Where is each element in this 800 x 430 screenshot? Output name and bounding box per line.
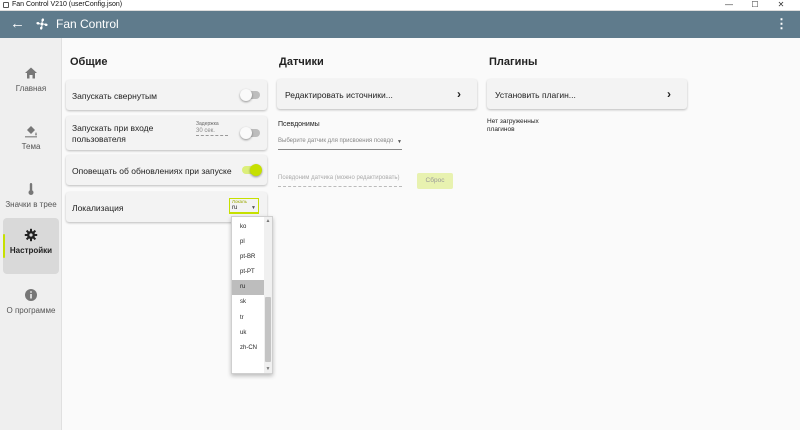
chevron-down-icon: ▼ bbox=[397, 139, 402, 145]
locale-option-tr[interactable]: tr bbox=[232, 311, 264, 326]
close-window-button[interactable]: ✕ bbox=[770, 0, 792, 10]
start-with-login-toggle[interactable] bbox=[240, 127, 260, 139]
delay-label: Задержка bbox=[196, 121, 219, 127]
gear-icon bbox=[24, 228, 38, 242]
aliases-label: Псевдонимы bbox=[278, 121, 320, 128]
edit-sources-label: Редактировать источники... bbox=[285, 90, 393, 100]
install-plugin-label: Установить плагин... bbox=[495, 90, 576, 100]
locale-option-pl[interactable]: pl bbox=[232, 235, 264, 250]
chevron-down-icon: ▼ bbox=[251, 205, 256, 211]
locale-select-label: Локаль bbox=[232, 199, 247, 204]
sensors-section-title: Датчики bbox=[279, 56, 324, 68]
sidebar-item-label: Тема bbox=[21, 142, 41, 151]
home-icon bbox=[25, 67, 37, 79]
sidebar-item-about[interactable]: О программе bbox=[3, 278, 59, 334]
more-menu-icon[interactable]: ⋮ bbox=[775, 16, 788, 32]
app-bar: ← Fan Control ⋮ bbox=[0, 11, 800, 38]
thermometer-icon bbox=[28, 183, 34, 195]
sidebar-item-theme[interactable]: Тема bbox=[3, 114, 59, 170]
info-icon bbox=[25, 289, 37, 301]
paint-bucket-icon bbox=[25, 126, 37, 138]
update-notify-card: Оповещать об обновлениях при запуске bbox=[66, 155, 267, 185]
sidebar-item-label: Главная bbox=[15, 84, 47, 93]
locale-option-uk[interactable]: uk bbox=[232, 326, 264, 341]
fan-icon bbox=[36, 18, 48, 30]
start-minimized-toggle[interactable] bbox=[240, 89, 260, 101]
general-section-title: Общие bbox=[70, 56, 108, 68]
locale-option-ru[interactable]: ru bbox=[232, 280, 264, 295]
chevron-right-icon: › bbox=[457, 87, 461, 101]
update-notify-toggle[interactable] bbox=[242, 164, 262, 176]
no-plugins-text: Нет загруженных плагинов bbox=[487, 118, 539, 133]
scrollbar-thumb[interactable] bbox=[265, 297, 271, 362]
plugins-section-title: Плагины bbox=[489, 56, 538, 68]
sidebar-item-label: Настройки bbox=[9, 246, 53, 255]
sensor-select[interactable]: Выберите датчик для присвоения псевдо ▼ bbox=[278, 138, 402, 150]
locale-option-pt-br[interactable]: pt-BR bbox=[232, 250, 264, 265]
locale-option-sk[interactable]: sk bbox=[232, 295, 264, 310]
window-title: Fan Control V210 (userConfig.json) bbox=[12, 1, 123, 8]
start-minimized-card: Запускать свернутым bbox=[66, 80, 267, 110]
locale-dropdown-list: ko pl pt-BR pt-PT ru sk tr uk zh-CN ▲ ▼ bbox=[231, 216, 273, 374]
app-title: Fan Control bbox=[56, 17, 119, 31]
dropdown-scrollbar[interactable]: ▲ ▼ bbox=[264, 217, 272, 373]
edit-sources-card[interactable]: Редактировать источники... › bbox=[277, 79, 477, 109]
locale-option-pt-pt[interactable]: pt-PT bbox=[232, 265, 264, 280]
sidebar: Главная Тема Значки в трее Настройки О п… bbox=[0, 38, 62, 430]
delay-value: 30 сек. bbox=[196, 128, 228, 136]
locale-select-value: ru bbox=[232, 205, 238, 211]
locale-option-zh-cn[interactable]: zh-CN bbox=[232, 341, 264, 356]
update-notify-label: Оповещать об обновлениях при запуске bbox=[72, 166, 232, 176]
start-minimized-label: Запускать свернутым bbox=[72, 91, 157, 101]
scroll-down-icon[interactable]: ▼ bbox=[264, 365, 272, 373]
chevron-right-icon: › bbox=[667, 87, 671, 101]
sidebar-item-label: Значки в трее bbox=[5, 200, 57, 209]
minimize-button[interactable]: — bbox=[718, 0, 740, 10]
sensor-select-placeholder: Выберите датчик для присвоения псевдо bbox=[278, 138, 394, 144]
sidebar-item-home[interactable]: Главная bbox=[3, 56, 59, 112]
localization-label: Локализация bbox=[72, 203, 124, 213]
start-with-login-label: Запускать при входе пользователя bbox=[72, 123, 154, 144]
alias-input[interactable]: Псевдоним датчика (можно редактировать) bbox=[278, 175, 402, 187]
locale-option-ko[interactable]: ko bbox=[232, 220, 264, 235]
window-titlebar: Fan Control V210 (userConfig.json) — ☐ ✕ bbox=[0, 0, 800, 11]
locale-select[interactable]: Локаль ru ▼ bbox=[229, 198, 259, 214]
scroll-up-icon[interactable]: ▲ bbox=[264, 217, 272, 225]
startup-delay-field[interactable]: Задержка 30 сек. bbox=[196, 121, 228, 136]
reset-button[interactable]: Сброс bbox=[417, 173, 453, 189]
app-window-icon bbox=[3, 2, 9, 8]
back-arrow-icon[interactable]: ← bbox=[10, 14, 25, 34]
sidebar-item-settings[interactable]: Настройки bbox=[3, 218, 59, 274]
install-plugin-card[interactable]: Установить плагин... › bbox=[487, 79, 687, 109]
maximize-button[interactable]: ☐ bbox=[744, 0, 766, 10]
start-with-login-card: Запускать при входе пользователя Задержк… bbox=[66, 116, 267, 150]
sidebar-item-label: О программе bbox=[6, 306, 56, 315]
